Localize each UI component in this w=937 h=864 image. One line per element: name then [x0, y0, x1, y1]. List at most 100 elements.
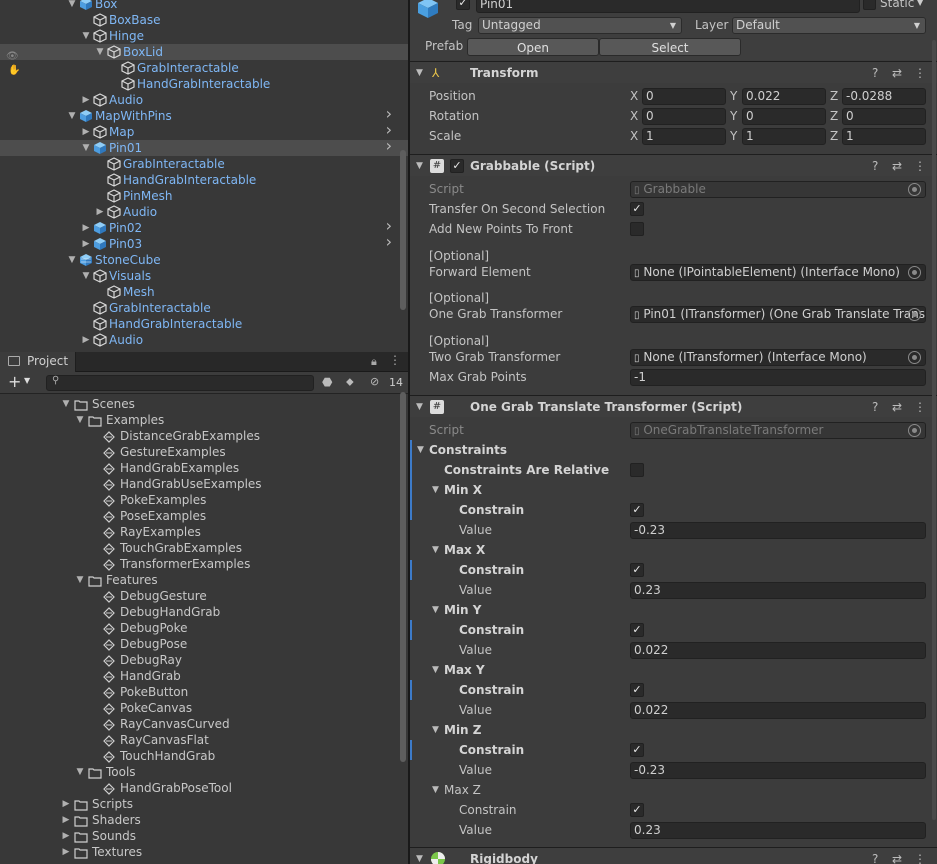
collapse-arrow-icon[interactable]: ▶: [80, 124, 92, 140]
foldout-arrow-icon[interactable]: ▼: [416, 848, 423, 864]
hierarchy-item[interactable]: ▼ StoneCube: [0, 252, 408, 268]
constraint-value-field[interactable]: -0.23: [630, 762, 926, 779]
collapse-arrow-icon[interactable]: ▶: [80, 236, 92, 252]
constraint-value-field[interactable]: -0.23: [630, 522, 926, 539]
project-item[interactable]: PoseExamples: [0, 508, 400, 524]
project-item[interactable]: PokeCanvas: [0, 700, 400, 716]
project-item[interactable]: ▶ Shaders: [0, 812, 400, 828]
expand-arrow-icon[interactable]: ▼: [74, 572, 86, 588]
more-options-icon[interactable]: ⋮: [914, 396, 926, 418]
help-icon[interactable]: ?: [872, 155, 878, 177]
collapse-arrow-icon[interactable]: ▶: [80, 220, 92, 236]
expand-arrow-icon[interactable]: ▼: [66, 0, 78, 12]
two-grab-field[interactable]: ▯ None (ITransformer) (Interface Mono): [630, 349, 926, 366]
transform-y-field[interactable]: 0.022: [742, 88, 826, 105]
add-points-checkbox[interactable]: [630, 222, 644, 236]
foldout-arrow-icon[interactable]: ▼: [432, 660, 439, 680]
constrain-checkbox[interactable]: ✓: [630, 563, 644, 577]
hierarchy-item[interactable]: ▼ Box: [0, 0, 408, 12]
more-options-icon[interactable]: ⋮: [389, 353, 401, 367]
presets-icon[interactable]: ⇄: [892, 848, 902, 864]
project-item[interactable]: GestureExamples: [0, 444, 400, 460]
visibility-toggles[interactable]: 👁 ✋: [6, 48, 34, 76]
constrain-checkbox[interactable]: ✓: [630, 503, 644, 517]
more-options-icon[interactable]: ⋮: [914, 848, 926, 864]
foldout-arrow-icon[interactable]: ▼: [417, 440, 424, 460]
foldout-arrow-icon[interactable]: ▼: [416, 396, 423, 418]
prefab-open-chevron-icon[interactable]: ›: [386, 234, 392, 250]
project-item[interactable]: HandGrabUseExamples: [0, 476, 400, 492]
expand-arrow-icon[interactable]: ▼: [74, 764, 86, 780]
help-icon[interactable]: ?: [872, 396, 878, 418]
object-picker-icon[interactable]: [908, 351, 921, 364]
project-item[interactable]: ▶ Textures: [0, 844, 400, 860]
prefab-open-button[interactable]: Open: [467, 38, 599, 56]
project-item[interactable]: TouchHandGrab: [0, 748, 400, 764]
foldout-arrow-icon[interactable]: ▼: [416, 62, 423, 84]
one-grab-field[interactable]: ▯ Pin01 (ITransformer) (One Grab Transla…: [630, 306, 926, 323]
project-item[interactable]: ▼ Examples: [0, 412, 400, 428]
add-button[interactable]: +: [8, 372, 21, 391]
project-item[interactable]: ▶ Sounds: [0, 828, 400, 844]
hierarchy-item[interactable]: HandGrabInteractable: [0, 172, 408, 188]
axis-z-label[interactable]: Z: [830, 106, 838, 126]
hidden-packages-icon[interactable]: ⊘: [370, 375, 379, 388]
project-item[interactable]: HandGrab: [0, 668, 400, 684]
hierarchy-item[interactable]: ▼ Visuals: [0, 268, 408, 284]
project-item[interactable]: DebugGesture: [0, 588, 400, 604]
project-item[interactable]: PokeButton: [0, 684, 400, 700]
object-name-field[interactable]: Pin01: [476, 0, 860, 13]
constraint-value-field[interactable]: 0.022: [630, 702, 926, 719]
constraint-group-header[interactable]: ▼ Max Z: [410, 780, 937, 800]
transform-x-field[interactable]: 1: [642, 128, 726, 145]
collapse-arrow-icon[interactable]: ▶: [60, 796, 72, 812]
active-checkbox[interactable]: ✓: [456, 0, 470, 10]
hierarchy-item[interactable]: Mesh: [0, 284, 408, 300]
project-item[interactable]: DebugHandGrab: [0, 604, 400, 620]
hierarchy-item[interactable]: ▶ Audio: [0, 204, 408, 220]
constraint-group-header[interactable]: ▼ Min Y: [410, 600, 937, 620]
constraint-value-field[interactable]: 0.23: [630, 582, 926, 599]
project-item[interactable]: HandGrabPoseTool: [0, 780, 400, 796]
constrain-checkbox[interactable]: ✓: [630, 743, 644, 757]
hierarchy-item[interactable]: ▼ BoxLid: [0, 44, 408, 60]
rigidbody-header[interactable]: ▼ Rigidbody ? ⇄ ⋮: [410, 847, 937, 864]
hierarchy-item[interactable]: ▶ Audio: [0, 332, 408, 348]
project-item[interactable]: PokeExamples: [0, 492, 400, 508]
hierarchy-scrollbar[interactable]: [400, 150, 406, 310]
prefab-open-chevron-icon[interactable]: ›: [386, 138, 392, 154]
static-dropdown-icon[interactable]: ▼: [917, 0, 923, 7]
inspector-scrollbar[interactable]: [932, 40, 936, 820]
foldout-arrow-icon[interactable]: ▼: [432, 540, 439, 560]
expand-arrow-icon[interactable]: ▼: [66, 252, 78, 268]
tag-dropdown[interactable]: Untagged ▼: [478, 17, 682, 34]
project-item[interactable]: ▼ Scenes: [0, 396, 400, 412]
axis-x-label[interactable]: X: [630, 126, 638, 146]
expand-arrow-icon[interactable]: ▼: [94, 44, 106, 60]
search-input[interactable]: ⚲: [46, 375, 314, 391]
axis-z-label[interactable]: Z: [830, 86, 838, 106]
hierarchy-item[interactable]: HandGrabInteractable: [0, 316, 408, 332]
more-options-icon[interactable]: ⋮: [914, 62, 926, 84]
help-icon[interactable]: ?: [872, 848, 878, 864]
foldout-arrow-icon[interactable]: ▼: [432, 720, 439, 740]
expand-arrow-icon[interactable]: ▼: [60, 396, 72, 412]
constraint-group-header[interactable]: ▼ Min X: [410, 480, 937, 500]
axis-x-label[interactable]: X: [630, 86, 638, 106]
constraint-group-header[interactable]: ▼ Min Z: [410, 720, 937, 740]
filter-by-label-icon[interactable]: ⬥: [346, 375, 354, 389]
transform-z-field[interactable]: -0.0288: [842, 88, 926, 105]
transform-y-field[interactable]: 0: [742, 108, 826, 125]
axis-z-label[interactable]: Z: [830, 126, 838, 146]
project-item[interactable]: HandGrabExamples: [0, 460, 400, 476]
transform-y-field[interactable]: 1: [742, 128, 826, 145]
hierarchy-item[interactable]: GrabInteractable: [0, 156, 408, 172]
hierarchy-item[interactable]: BoxBase: [0, 12, 408, 28]
transform-z-field[interactable]: 0: [842, 108, 926, 125]
collapse-arrow-icon[interactable]: ▶: [80, 332, 92, 348]
project-scrollbar[interactable]: [400, 392, 406, 762]
add-dropdown-icon[interactable]: ▼: [24, 376, 30, 385]
constrain-checkbox[interactable]: ✓: [630, 803, 644, 817]
object-picker-icon[interactable]: [908, 308, 921, 321]
axis-y-label[interactable]: Y: [730, 86, 737, 106]
